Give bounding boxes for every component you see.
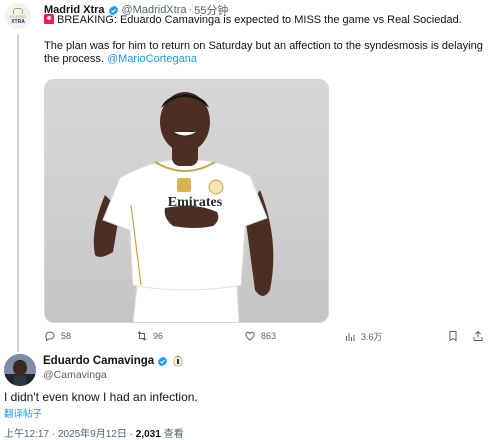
views-label: 查看 bbox=[163, 429, 184, 440]
share-button[interactable] bbox=[472, 330, 484, 342]
separator-dot: · bbox=[129, 429, 133, 440]
translate-post-link[interactable]: 翻译帖子 bbox=[4, 406, 42, 420]
camavinga-avatar[interactable] bbox=[4, 354, 36, 386]
siren-icon bbox=[44, 14, 54, 24]
jersey-sponsor-text: Emirates bbox=[168, 195, 223, 210]
author-name-row: Eduardo Camavinga bbox=[43, 355, 183, 367]
tweet-text: I didn't even know I had an infection. bbox=[4, 390, 198, 404]
bookmark-button[interactable] bbox=[447, 330, 459, 342]
breaking-text: BREAKING: Eduardo Camavinga is expected … bbox=[57, 14, 462, 26]
verified-badge-icon bbox=[158, 355, 168, 367]
player-photo[interactable]: Emirates bbox=[44, 79, 329, 323]
like-button[interactable]: 863 bbox=[244, 330, 276, 342]
views-count: 2,031 bbox=[135, 429, 161, 440]
tweet-actions: 58 96 863 3.6万 bbox=[44, 330, 494, 344]
madrid-xtra-avatar[interactable]: MADRID XTRA bbox=[5, 3, 31, 29]
views-count: 3.6万 bbox=[361, 332, 383, 342]
repost-button[interactable]: 96 bbox=[136, 330, 163, 342]
player-illustration: Emirates bbox=[93, 92, 274, 322]
tweet-paragraph-2: The plan was for him to return on Saturd… bbox=[44, 40, 484, 66]
thread-line bbox=[17, 34, 19, 352]
tweet-camavinga: Eduardo Camavinga @Camavinga I didn't ev… bbox=[0, 350, 500, 440]
mention-link[interactable]: @MarioCortegana bbox=[107, 53, 197, 65]
like-count: 863 bbox=[261, 331, 277, 341]
tweet-body: BREAKING: Eduardo Camavinga is expected … bbox=[44, 14, 484, 66]
separator-dot: · bbox=[51, 429, 56, 440]
repost-count: 96 bbox=[153, 331, 164, 341]
author-name[interactable]: Eduardo Camavinga bbox=[43, 355, 154, 367]
views-button[interactable]: 3.6万 bbox=[344, 330, 383, 343]
post-time[interactable]: 上午12:17 bbox=[4, 429, 49, 440]
avatar-text-bottom: XTRA bbox=[11, 18, 25, 25]
author-handle[interactable]: @Camavinga bbox=[43, 369, 107, 381]
tweet-paragraph-1: BREAKING: Eduardo Camavinga is expected … bbox=[44, 14, 484, 27]
heart-icon bbox=[245, 331, 255, 341]
reply-icon bbox=[45, 331, 55, 342]
profile-photo bbox=[4, 354, 36, 386]
repost-icon bbox=[137, 331, 147, 341]
tweet-meta: 上午12:17 · 2025年9月12日 · 2,031 查看 bbox=[4, 425, 184, 440]
tweet-madrid-xtra: MADRID XTRA Madrid Xtra @MadridXtra · 55… bbox=[0, 0, 500, 352]
bookmark-icon bbox=[449, 331, 457, 342]
reply-button[interactable]: 58 bbox=[44, 330, 71, 342]
real-madrid-crest-icon bbox=[173, 355, 183, 367]
reply-count: 58 bbox=[61, 331, 72, 341]
views-chart-icon bbox=[346, 332, 355, 341]
share-icon bbox=[473, 330, 483, 341]
post-date[interactable]: 2025年9月12日 bbox=[58, 429, 127, 440]
